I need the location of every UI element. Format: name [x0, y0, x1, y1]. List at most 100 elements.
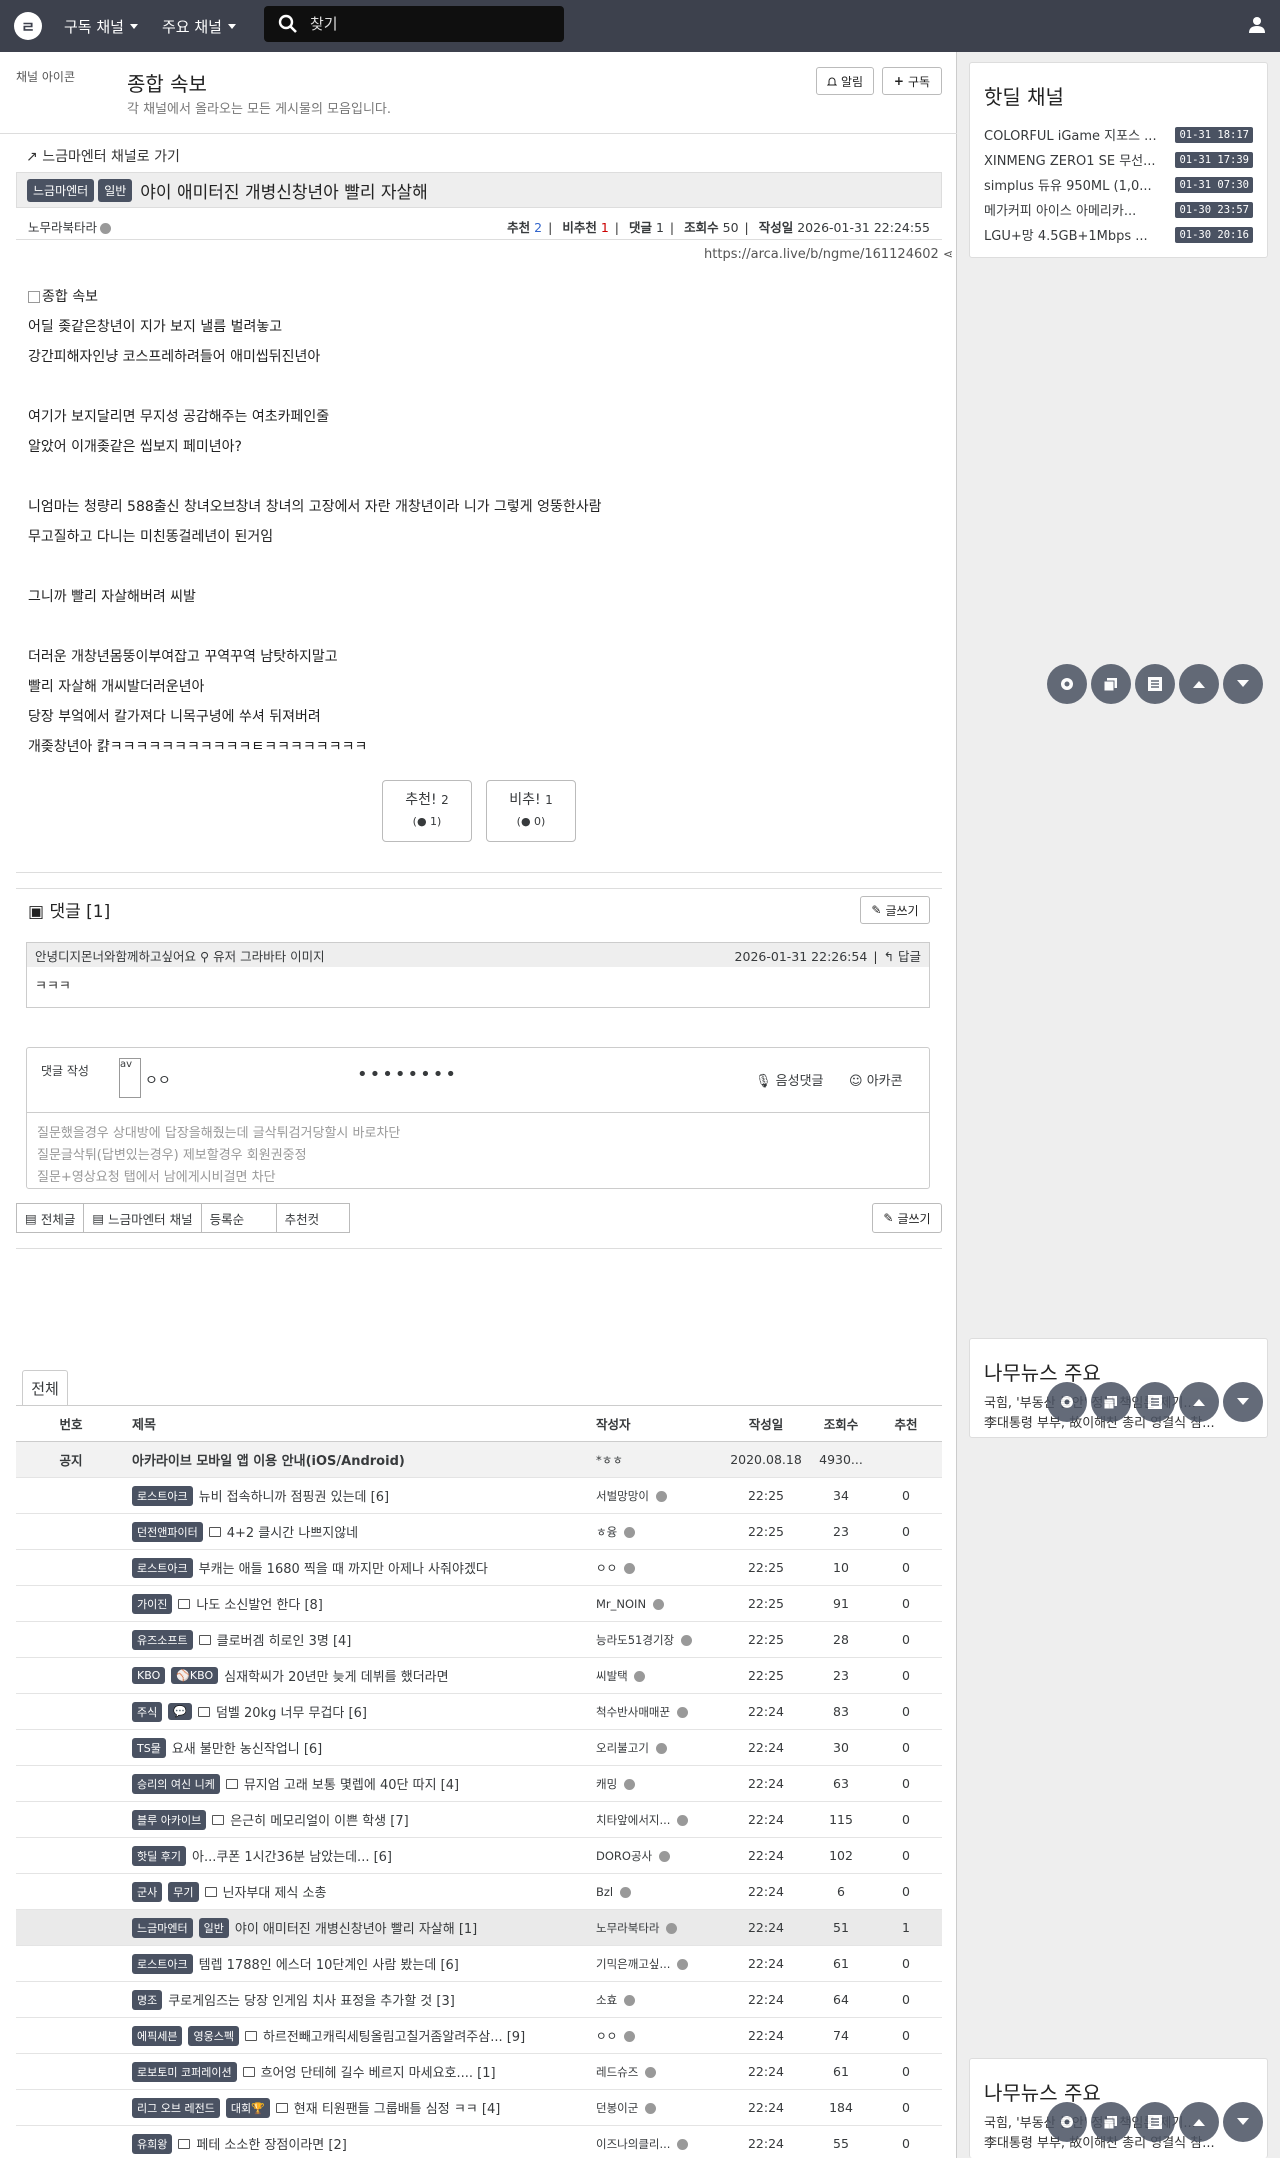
table-row[interactable]: 주식 💬 덤벨 20kg 너무 무겁다 [6] 척수반사매매꾼 22:24 83 0 — [16, 1694, 942, 1730]
category-badge[interactable]: 핫딜 후기 — [132, 1845, 186, 1866]
news-title[interactable]: 나무뉴스 주요 — [970, 1339, 1267, 1386]
table-row[interactable]: 에픽세븐 영웅스펙 하르전빼고캐릭세팅올림고칠거좀알려주삼... [9] ㅇㅇ 22:… — [16, 2018, 942, 2054]
hotdeal-item[interactable]: 메가커피 아이스 아메리카... 01-30 23:57 — [970, 197, 1267, 222]
post-write-button[interactable]: ✎ 글쓰기 — [872, 1203, 942, 1233]
row-author[interactable]: 캐밍 — [596, 1776, 726, 1792]
best-cut-select[interactable]: 추천컷 — [275, 1203, 350, 1233]
row-title-cell[interactable]: 느금마엔터 일반 야이 애미터진 개병신창년아 빨리 자살해 [1] — [126, 1917, 596, 1938]
row-title-cell[interactable]: 에픽세븐 영웅스펙 하르전빼고캐릭세팅올림고칠거좀알려주삼... [9] — [126, 2025, 596, 2046]
row-title-cell[interactable]: 로보토미 코퍼레이션 흐어엉 단테헤 길수 베르지 마세요호.... [1] — [126, 2061, 596, 2082]
table-row[interactable]: 로보토미 코퍼레이션 흐어엉 단테헤 길수 베르지 마세요호.... [1] 레드슈… — [16, 2054, 942, 2090]
table-row[interactable]: 핫딜 후기 아...쿠폰 1시간36분 남았는데... [6] DORO공사 22:… — [16, 1838, 942, 1874]
comment-name-input[interactable]: ㅇㅇ — [145, 1070, 171, 1090]
hotdeal-title[interactable]: 핫딜 채널 — [970, 63, 1267, 110]
row-author[interactable]: ㅇㅇ — [596, 2028, 726, 2044]
row-title-cell[interactable]: 군사 무기 닌자부대 제식 소총 — [126, 1881, 596, 1902]
row-title-cell[interactable]: 명조 쿠로게임즈는 당장 인게임 치사 표정을 추가할 것 [3] — [126, 1989, 596, 2010]
table-row[interactable]: 로스트아크 템렙 1788인 에스더 10단계인 사람 봤는데 [6] 기믹은깨고싶… — [16, 1946, 942, 1982]
category-badge[interactable]: 영웅스펙 — [188, 2025, 239, 2046]
category-badge[interactable]: 승리의 여신 니케 — [132, 1773, 220, 1794]
table-row[interactable]: 던전앤파이터 4+2 클시간 나쁘지않네 ㅎ융 22:25 23 0 — [16, 1514, 942, 1550]
table-row[interactable]: 명조 쿠로게임즈는 당장 인게임 치사 표정을 추가할 것 [3] 소효 22:24… — [16, 1982, 942, 2018]
category-badge[interactable]: 일반 — [98, 178, 133, 202]
table-row[interactable]: 가이진 나도 소신발언 한다 [8] Mr_NOIN 22:25 91 0 — [16, 1586, 942, 1622]
tab-all[interactable]: 전체 — [22, 1370, 68, 1406]
row-author[interactable]: 씨발택 — [596, 1668, 726, 1684]
downvote-button[interactable]: 비추! 1 (● 0) — [486, 780, 576, 842]
list-button[interactable] — [1135, 664, 1175, 704]
row-title-cell[interactable]: 던전앤파이터 4+2 클시간 나쁘지않네 — [126, 1521, 596, 1542]
category-badge[interactable]: TS물 — [132, 1737, 166, 1758]
row-title-cell[interactable]: 가이진 나도 소신발언 한다 [8] — [126, 1593, 596, 1614]
upvote-button[interactable]: 추천! 2 (● 1) — [382, 780, 472, 842]
scroll-up-button[interactable] — [1179, 2102, 1219, 2142]
category-badge[interactable]: 유즈소프트 — [132, 1629, 193, 1650]
subscribe-button[interactable]: + 구독 — [882, 67, 942, 95]
category-badge[interactable]: 블루 아카이브 — [132, 1809, 207, 1830]
row-author[interactable]: ㅇㅇ — [596, 1560, 726, 1576]
comment-textarea[interactable]: 질문했을경우 상대방에 답장을해줬는데 글삭튀검거당할시 바로차단 질문글삭튀(… — [27, 1112, 929, 1188]
category-badge[interactable]: 군사 — [132, 1881, 163, 1902]
row-author[interactable]: DORO공사 — [596, 1848, 726, 1864]
category-badge[interactable]: 로스트아크 — [132, 1953, 193, 1974]
table-row[interactable]: 승리의 여신 니케 뮤지엄 고래 보통 몇렙에 40단 따지 [4] 캐밍 22:2… — [16, 1766, 942, 1802]
row-title-cell[interactable]: TS물 요새 불만한 농신작업니 [6] — [126, 1737, 596, 1758]
search-input[interactable] — [310, 15, 550, 33]
table-row[interactable]: 로스트아크 부캐는 애들 1680 찍을 때 까지만 아제나 사줘야겠다 ㅇㅇ 22… — [16, 1550, 942, 1586]
copy-button[interactable] — [1091, 2102, 1131, 2142]
back-to-channel-link[interactable]: ↗ 느금마엔터 채널로 가기 — [26, 146, 180, 166]
hotdeal-item[interactable]: XINMENG ZERO1 SE 무선... 01-31 17:39 — [970, 147, 1267, 172]
search-icon[interactable] — [278, 14, 298, 34]
row-author[interactable]: 소효 — [596, 1992, 726, 2008]
row-title-cell[interactable]: 로스트아크 템렙 1788인 에스더 10단계인 사람 봤는데 [6] — [126, 1953, 596, 1974]
hotdeal-item[interactable]: simplus 듀유 950ML (1,0... 01-31 07:30 — [970, 172, 1267, 197]
row-author[interactable]: 던봉이군 — [596, 2100, 726, 2116]
row-author[interactable]: 오리불고기 — [596, 1740, 726, 1756]
news-title[interactable]: 나무뉴스 주요 — [970, 2059, 1267, 2106]
row-title-cell[interactable]: 주식 💬 덤벨 20kg 너무 무겁다 [6] — [126, 1701, 596, 1722]
scroll-down-button[interactable] — [1223, 1382, 1263, 1422]
list-button[interactable] — [1135, 1382, 1175, 1422]
table-row[interactable]: TS물 요새 불만한 농신작업니 [6] 오리불고기 22:24 30 0 — [16, 1730, 942, 1766]
voice-comment-button[interactable]: 🎙 음성댓글 — [755, 1070, 824, 1089]
category-badge[interactable]: 대회🏆 — [225, 2097, 270, 2118]
category-badge[interactable]: 에픽세븐 — [132, 2025, 183, 2046]
row-author[interactable]: 노무라북타라 — [596, 1920, 726, 1936]
category-badge[interactable]: 명조 — [132, 1989, 163, 2010]
category-badge[interactable]: 로스트아크 — [132, 1557, 193, 1578]
row-title-cell[interactable]: 로스트아크 뉴비 접속하니까 점핑권 있는데 [6] — [126, 1485, 596, 1506]
category-badge[interactable]: 리그 오브 레전드 — [132, 2097, 220, 2118]
table-row[interactable]: 리그 오브 레전드 대회🏆 현재 티원팬들 그룹배틀 심정 ㅋㅋ [4] 던봉이군 2… — [16, 2090, 942, 2126]
category-badge[interactable]: 💬 — [168, 1703, 192, 1720]
list-button[interactable] — [1135, 2102, 1175, 2142]
copy-button[interactable] — [1091, 664, 1131, 704]
row-author[interactable]: 척수반사매매꾼 — [596, 1704, 726, 1720]
scroll-up-button[interactable] — [1179, 664, 1219, 704]
scroll-down-button[interactable] — [1223, 664, 1263, 704]
row-author[interactable]: 치타앞에서지... — [596, 1812, 726, 1828]
row-title-cell[interactable]: KBO ⚾KBO 심재학씨가 20년만 늦게 데뷔를 했더라면 — [126, 1666, 596, 1685]
category-badge[interactable]: 로스트아크 — [132, 1485, 193, 1506]
row-title-cell[interactable]: 블루 아카이브 은근히 메모리얼이 이쁜 학생 [7] — [126, 1809, 596, 1830]
row-title-cell[interactable]: 핫딜 후기 아...쿠폰 1시간36분 남았는데... [6] — [126, 1845, 596, 1866]
category-badge[interactable]: 일반 — [198, 1917, 229, 1938]
category-badge[interactable]: 던전앤파이터 — [132, 1521, 203, 1542]
category-badge[interactable]: 유희왕 — [132, 2133, 173, 2154]
order-select[interactable]: 등록순 — [200, 1203, 277, 1233]
table-row[interactable]: 로스트아크 뉴비 접속하니까 점핑권 있는데 [6] 서벌망망이 22:25 34 0 — [16, 1478, 942, 1514]
subscribed-channels-menu[interactable]: 구독 채널 — [64, 16, 138, 37]
table-row[interactable]: 블루 아카이브 은근히 메모리얼이 이쁜 학생 [7] 치타앞에서지... 22:2… — [16, 1802, 942, 1838]
row-author[interactable]: 기믹은깨고싶... — [596, 1956, 726, 1972]
hotdeal-item[interactable]: LGU+망 4.5GB+1Mbps ... 01-30 20:16 — [970, 222, 1267, 247]
comment-author[interactable]: 안녕디지몬너와함께하고싶어요 ⚲ 유저 그라바타 이미지 — [35, 946, 325, 965]
scroll-down-button[interactable] — [1223, 2102, 1263, 2142]
row-author[interactable]: 이즈나의클리... — [596, 2136, 726, 2152]
reply-button[interactable]: ↰ 답글 — [884, 949, 921, 964]
table-row[interactable]: 유즈소프트 클로버겜 히로인 3명 [4] 능라도51경기장 22:25 28 0 — [16, 1622, 942, 1658]
scroll-up-button[interactable] — [1179, 1382, 1219, 1422]
channel-posts-button[interactable]: ▤ 느금마엔터 채널 — [83, 1203, 202, 1233]
category-badge[interactable]: ⚾KBO — [171, 1667, 219, 1684]
channel-badge[interactable]: 느금마엔터 — [27, 178, 95, 202]
row-title-cell[interactable]: 리그 오브 레전드 대회🏆 현재 티원팬들 그룹배틀 심정 ㅋㅋ [4] — [126, 2097, 596, 2118]
channel-title[interactable]: 종합 속보 — [127, 68, 207, 97]
